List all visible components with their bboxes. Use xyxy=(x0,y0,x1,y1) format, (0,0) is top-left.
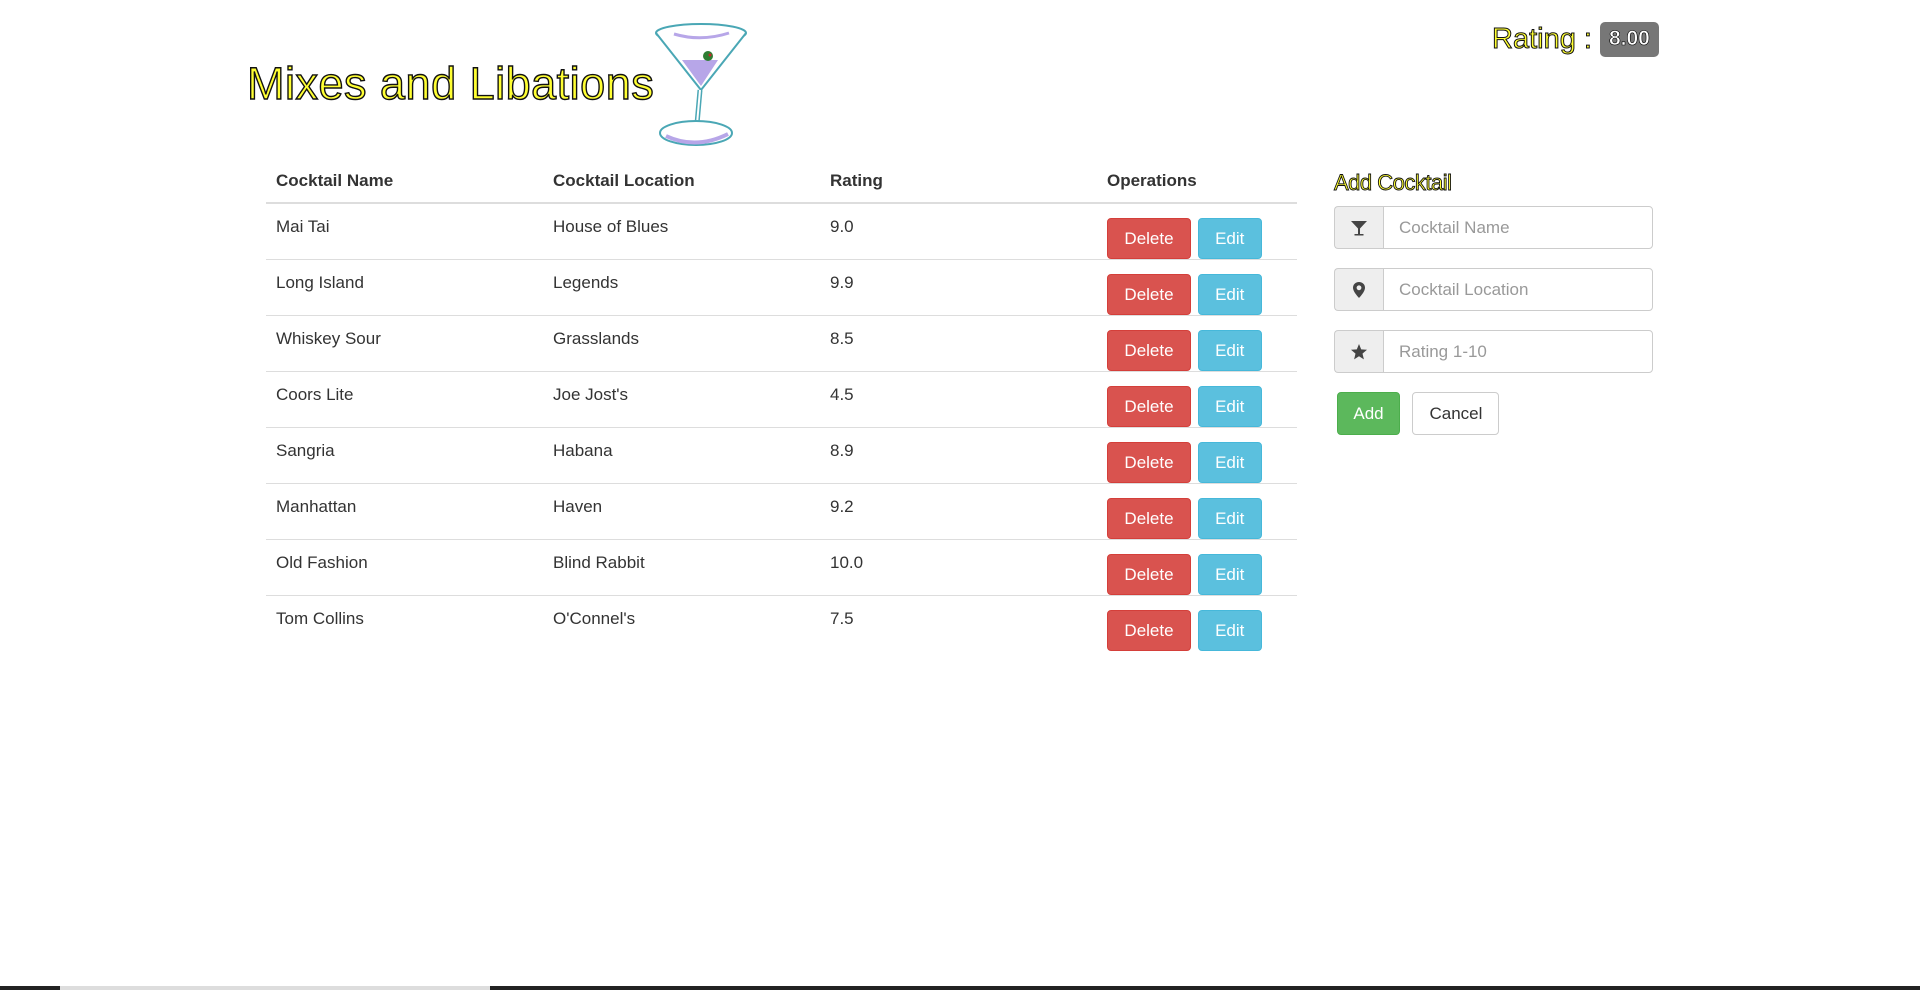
table-row: Tom Collins O'Connel's 7.5 Delete Edit xyxy=(266,595,1297,651)
star-icon xyxy=(1334,330,1383,373)
edit-button[interactable]: Edit xyxy=(1197,386,1262,427)
form-actions: Add Cancel xyxy=(1334,392,1654,435)
cocktail-location-cell: House of Blues xyxy=(553,217,669,236)
cocktail-location-cell: Joe Jost's xyxy=(543,371,820,428)
edit-button[interactable]: Edit xyxy=(1197,498,1262,539)
table-row: Whiskey Sour Grasslands 8.5 Delete Edit xyxy=(266,315,1297,372)
cocktail-rating-cell: 8.5 xyxy=(820,315,1097,372)
operations-cell: Delete Edit xyxy=(1097,315,1297,372)
operations-cell: Delete Edit xyxy=(1097,595,1297,651)
operations-cell: Delete Edit xyxy=(1097,539,1297,596)
cocktail-name-cell: Coors Lite xyxy=(266,371,543,428)
edit-button[interactable]: Edit xyxy=(1197,442,1262,483)
delete-button[interactable]: Delete xyxy=(1107,498,1191,539)
cocktail-location-cell: Blind Rabbit xyxy=(543,539,820,596)
cocktail-location-cell: Legends xyxy=(543,259,820,316)
cocktail-location-cell: O'Connel's xyxy=(543,595,820,651)
delete-button[interactable]: Delete xyxy=(1107,554,1191,595)
cocktail-name-cell: Old Fashion xyxy=(266,539,543,596)
edit-button[interactable]: Edit xyxy=(1197,610,1262,651)
operations-cell: Delete Edit xyxy=(1097,427,1297,484)
table-row: Coors Lite Joe Jost's 4.5 Delete Edit xyxy=(266,371,1297,428)
operations-cell: Delete Edit xyxy=(1097,371,1297,428)
cocktail-name-cell: Long Island xyxy=(266,259,543,316)
cocktail-rating-cell: 9.9 xyxy=(820,259,1097,316)
app-title: Mixes and Libations xyxy=(246,57,655,109)
average-rating-badge: 8.00 xyxy=(1599,22,1659,57)
add-cocktail-form: Add Cocktail Cocktail Name Cocktail Loca… xyxy=(1334,170,1654,435)
scrollbar-thumb[interactable] xyxy=(60,986,490,990)
table-row: Sangria Habana 8.9 Delete Edit xyxy=(266,427,1297,484)
average-rating-label: Rating : xyxy=(1492,23,1593,56)
operations-cell: Delete Edit xyxy=(1097,259,1297,316)
page: Mixes and Libations Rating : 8.00 Cockta… xyxy=(0,0,1920,990)
martini-glass-logo xyxy=(655,23,747,146)
cocktail-rating-cell: 9.0 xyxy=(830,217,854,236)
column-header-name: Cocktail Name xyxy=(266,158,543,204)
table-header-row: Cocktail Name Cocktail Location Rating O… xyxy=(266,158,1297,204)
edit-button[interactable]: Edit xyxy=(1197,274,1262,315)
add-button[interactable]: Add xyxy=(1337,392,1400,435)
column-header-rating: Rating xyxy=(820,158,1097,204)
column-header-location: Cocktail Location xyxy=(543,158,820,204)
cocktail-rating-group xyxy=(1334,330,1653,373)
map-marker-icon xyxy=(1334,268,1383,311)
cocktail-location-cell: Haven xyxy=(543,483,820,540)
table-row: Old Fashion Blind Rabbit 10.0 Delete Edi… xyxy=(266,539,1297,596)
delete-button[interactable]: Delete xyxy=(1107,610,1191,651)
cocktail-location-cell: Habana xyxy=(543,427,820,484)
cocktail-rating-cell: 10.0 xyxy=(820,539,1097,596)
edit-button[interactable]: Edit xyxy=(1197,218,1262,259)
cocktail-glass-icon xyxy=(1334,206,1383,249)
cocktail-rating-cell: 8.9 xyxy=(820,427,1097,484)
cocktail-name-group xyxy=(1334,206,1653,249)
cocktail-name-cell: Tom Collins xyxy=(266,595,543,651)
cocktail-name-cell: Whiskey Sour xyxy=(266,315,543,372)
table-row: Mai Tai House of Blues 9.0 Delete Edit xyxy=(266,203,1297,260)
delete-button[interactable]: Delete xyxy=(1107,274,1191,315)
table-row: Manhattan Haven 9.2 Delete Edit xyxy=(266,483,1297,540)
operations-cell: Delete Edit xyxy=(1097,483,1297,540)
cocktail-rating-cell: 9.2 xyxy=(820,483,1097,540)
column-header-operations: Operations xyxy=(1097,158,1297,204)
cocktail-rating-cell: 4.5 xyxy=(820,371,1097,428)
edit-button[interactable]: Edit xyxy=(1197,554,1262,595)
cocktail-rating-input[interactable] xyxy=(1383,330,1653,373)
average-rating: Rating : 8.00 xyxy=(1492,22,1659,57)
delete-button[interactable]: Delete xyxy=(1107,218,1191,259)
cocktail-rating-cell: 7.5 xyxy=(820,595,1097,651)
delete-button[interactable]: Delete xyxy=(1107,330,1191,371)
cocktail-name-cell: Mai Tai xyxy=(276,217,330,236)
cocktail-location-group xyxy=(1334,268,1653,311)
cocktail-name-cell: Sangria xyxy=(266,427,543,484)
cocktail-location-input[interactable] xyxy=(1383,268,1653,311)
delete-button[interactable]: Delete xyxy=(1107,442,1191,483)
table-row: Long Island Legends 9.9 Delete Edit xyxy=(266,259,1297,316)
cocktail-name-input[interactable] xyxy=(1383,206,1653,249)
cocktail-location-cell: Grasslands xyxy=(543,315,820,372)
add-cocktail-title: Add Cocktail xyxy=(1334,170,1453,196)
edit-button[interactable]: Edit xyxy=(1197,330,1262,371)
cancel-button[interactable]: Cancel xyxy=(1412,392,1500,435)
cocktail-table: Cocktail Name Cocktail Location Rating O… xyxy=(266,158,1297,651)
horizontal-scrollbar[interactable] xyxy=(0,986,1920,990)
cocktail-name-cell: Manhattan xyxy=(266,483,543,540)
operations-cell: Delete Edit xyxy=(1097,203,1297,260)
delete-button[interactable]: Delete xyxy=(1107,386,1191,427)
